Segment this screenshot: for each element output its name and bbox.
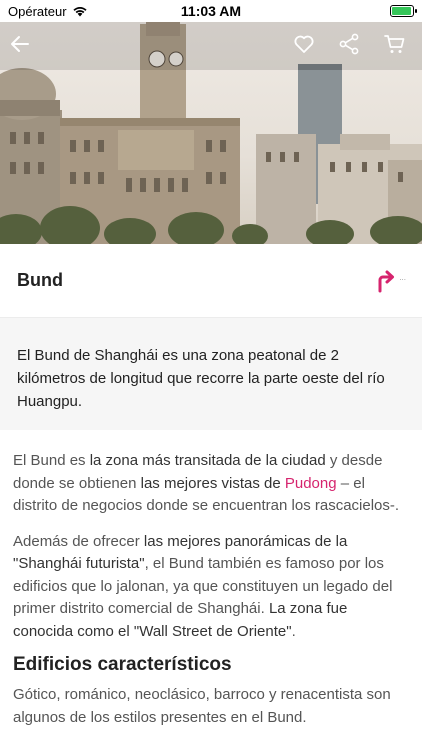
paragraph-3: Gótico, románico, neoclásico, barroco y … [13, 686, 391, 726]
paragraph-2: Además de ofrecer las mejores panorámica… [0, 531, 422, 644]
battery-level [392, 7, 411, 15]
description-content: El Bund de Shanghái es una zona peatonal… [0, 318, 422, 750]
status-time: 11:03 AM [180, 3, 242, 19]
paragraph-1-bold-a: la zona más transitada de la ciudad [89, 452, 326, 469]
battery-icon [390, 5, 417, 17]
share-button[interactable] [337, 32, 367, 62]
section-heading: Edificios característicos [13, 654, 232, 675]
paragraph-1-text-a: El Bund es [13, 452, 90, 469]
paragraph-2-text-c: . [291, 622, 296, 640]
paragraph-2-text-a: Además de ofrecer [13, 532, 144, 550]
back-button[interactable] [8, 32, 38, 62]
directions-icon [378, 270, 395, 292]
pudong-link[interactable]: Pudong [285, 475, 337, 492]
status-right [390, 5, 417, 17]
cart-icon [384, 35, 405, 53]
cart-button[interactable] [383, 32, 413, 62]
place-title: Bund [17, 270, 63, 290]
share-icon [339, 33, 359, 55]
favorite-button[interactable] [292, 32, 322, 62]
directions-dots: ... [399, 273, 406, 282]
status-bar: Opérateur 11:03 AM [0, 0, 422, 22]
paragraph-1: El Bund es la zona más transitada de la … [0, 450, 422, 518]
paragraph-1-bold-b: las mejores vistas de [140, 474, 281, 492]
heart-icon [294, 35, 314, 53]
directions-button[interactable]: ... [375, 269, 406, 293]
intro-text: El Bund de Shanghái es una zona peatonal… [0, 318, 422, 430]
place-title-bar: Bund ... [0, 244, 422, 318]
hero-image [0, 22, 422, 244]
back-arrow-icon [11, 36, 29, 52]
